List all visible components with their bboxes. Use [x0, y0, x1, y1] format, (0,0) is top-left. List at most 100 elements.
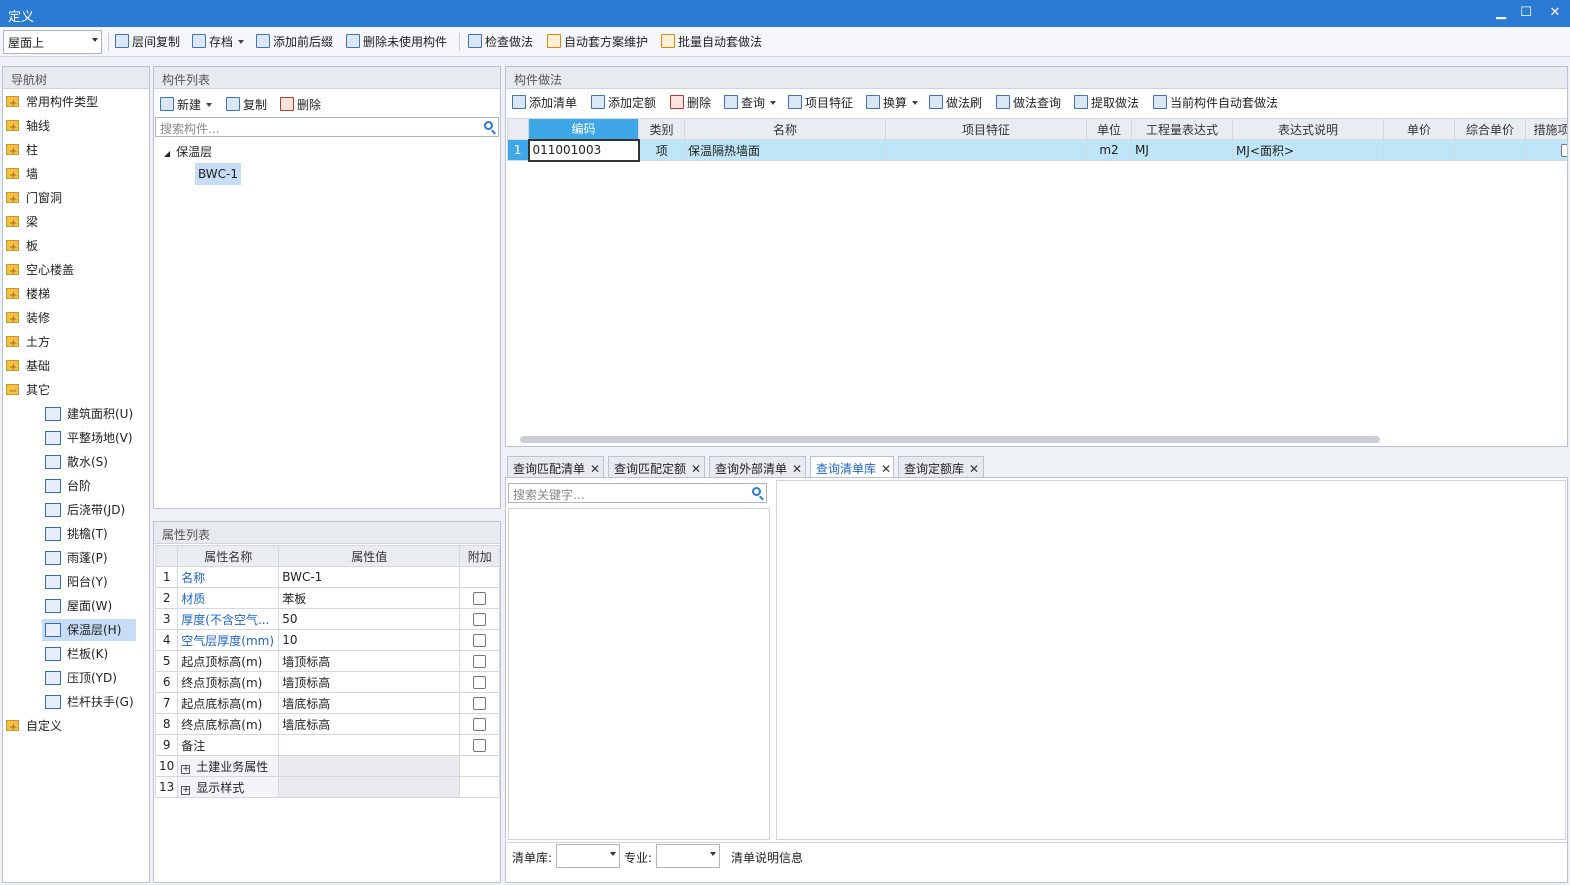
- nav-child-item[interactable]: 阳台(Y): [42, 571, 136, 593]
- delete-unused-button[interactable]: 删除未使用构件: [346, 32, 447, 52]
- close-icon[interactable]: ✕: [1545, 4, 1565, 22]
- close-tab-icon[interactable]: ✕: [881, 462, 891, 476]
- extract-method-button[interactable]: 提取做法: [1074, 93, 1139, 113]
- method-query-button[interactable]: 做法查询: [996, 93, 1061, 113]
- component-item-selected[interactable]: BWC-1: [195, 163, 241, 185]
- query-button[interactable]: 查询: [724, 93, 777, 113]
- convert-button[interactable]: 换算: [866, 93, 919, 113]
- property-row[interactable]: 4 空气层厚度(mm) 10: [154, 629, 501, 651]
- nav-child-item[interactable]: 平整场地(V): [42, 427, 136, 449]
- code-cell[interactable]: 011001003: [527, 138, 640, 162]
- copy-component-button[interactable]: 复制: [226, 96, 267, 113]
- property-value[interactable]: [278, 734, 461, 756]
- keyword-search-input[interactable]: 搜索关键字...: [508, 483, 767, 503]
- search-icon[interactable]: [484, 121, 493, 130]
- property-row[interactable]: 1 名称 BWC-1: [154, 566, 501, 588]
- measure-checkbox[interactable]: [1561, 144, 1567, 157]
- floor-select[interactable]: 屋面上: [3, 30, 102, 54]
- property-row[interactable]: 6 终点顶标高(m) 墙顶标高: [154, 671, 501, 693]
- nav-child-item[interactable]: 保温层(H): [42, 619, 136, 641]
- extra-checkbox[interactable]: [473, 613, 487, 626]
- nav-item[interactable]: 装修: [6, 307, 50, 331]
- property-value[interactable]: 50: [278, 608, 461, 630]
- major-select[interactable]: [656, 844, 720, 868]
- search-icon[interactable]: [752, 487, 761, 496]
- query-tab[interactable]: 查询匹配定额 ✕: [608, 456, 705, 478]
- property-value[interactable]: 墙顶标高: [278, 650, 461, 672]
- maximize-icon[interactable]: ☐: [1516, 4, 1536, 22]
- feature-button[interactable]: 项目特征: [788, 93, 853, 113]
- nav-child-item[interactable]: 栏杆扶手(G): [42, 691, 136, 713]
- nav-item[interactable]: 其它: [6, 379, 50, 403]
- property-row[interactable]: 7 起点底标高(m) 墙底标高: [154, 692, 501, 714]
- property-group-row[interactable]: 10 + 土建业务属性: [154, 755, 501, 777]
- extra-checkbox[interactable]: [473, 676, 487, 689]
- query-tab[interactable]: 查询定额库 ✕: [898, 456, 984, 478]
- close-tab-icon[interactable]: ✕: [590, 462, 600, 476]
- nav-child-item[interactable]: 栏板(K): [42, 643, 136, 665]
- component-search-input[interactable]: 搜索构件...: [155, 117, 499, 137]
- property-value[interactable]: 墙底标高: [278, 713, 461, 735]
- floor-copy-button[interactable]: 层间复制: [115, 32, 180, 52]
- nav-child-item[interactable]: 雨蓬(P): [42, 547, 136, 569]
- nav-item-custom[interactable]: 自定义: [6, 715, 62, 739]
- close-tab-icon[interactable]: ✕: [969, 462, 979, 476]
- tree-group[interactable]: ◢ 保温层: [164, 143, 212, 160]
- minimize-icon[interactable]: ▁: [1491, 4, 1511, 22]
- nav-item[interactable]: 墙: [6, 163, 38, 187]
- extra-checkbox[interactable]: [473, 655, 487, 668]
- nav-child-item[interactable]: 挑檐(T): [42, 523, 136, 545]
- nav-item[interactable]: 柱: [6, 139, 38, 163]
- batch-auto-button[interactable]: 批量自动套做法: [661, 32, 762, 52]
- property-value[interactable]: BWC-1: [278, 566, 461, 588]
- extra-checkbox[interactable]: [473, 634, 487, 647]
- property-group-row[interactable]: 13 + 显示样式: [154, 776, 501, 798]
- nav-child-item[interactable]: 台阶: [42, 475, 136, 497]
- delete-button[interactable]: 删除: [670, 93, 711, 113]
- horizontal-scrollbar[interactable]: [520, 436, 1380, 443]
- close-tab-icon[interactable]: ✕: [792, 462, 802, 476]
- property-row[interactable]: 9 备注: [154, 734, 501, 756]
- nav-item[interactable]: 基础: [6, 355, 50, 379]
- add-prefix-button[interactable]: 添加前后缀: [256, 32, 333, 52]
- delete-component-button[interactable]: 删除: [280, 96, 321, 113]
- nav-item[interactable]: 楼梯: [6, 283, 50, 307]
- nav-item[interactable]: 常用构件类型: [6, 91, 98, 115]
- auto-apply-button[interactable]: 当前构件自动套做法: [1153, 93, 1278, 113]
- property-row[interactable]: 5 起点顶标高(m) 墙顶标高: [154, 650, 501, 672]
- add-list-button[interactable]: 添加清单: [512, 93, 577, 113]
- property-value[interactable]: 墙底标高: [278, 692, 461, 714]
- new-component-button[interactable]: 新建: [160, 96, 213, 113]
- add-quota-button[interactable]: 添加定额: [591, 93, 656, 113]
- nav-item[interactable]: 门窗洞: [6, 187, 62, 211]
- query-tab[interactable]: 查询外部清单 ✕: [709, 456, 806, 478]
- archive-button[interactable]: 存档: [192, 32, 245, 52]
- nav-child-item[interactable]: 建筑面积(U): [42, 403, 136, 425]
- query-tab[interactable]: 查询匹配清单 ✕: [507, 456, 604, 478]
- query-tab[interactable]: 查询清单库 ✕: [810, 456, 894, 478]
- property-row[interactable]: 2 材质 苯板: [154, 587, 501, 609]
- method-row[interactable]: 1 011001003 项 保温隔热墙面 m2 MJ MJ<面积>: [507, 138, 1567, 162]
- nav-item[interactable]: 梁: [6, 211, 38, 235]
- method-brush-button[interactable]: 做法刷: [929, 93, 982, 113]
- extra-checkbox[interactable]: [473, 718, 487, 731]
- lib-select[interactable]: [556, 844, 620, 868]
- property-value[interactable]: 墙顶标高: [278, 671, 461, 693]
- property-value[interactable]: 10: [278, 629, 461, 651]
- check-method-button[interactable]: 检查做法: [468, 32, 533, 52]
- nav-child-item[interactable]: 屋面(W): [42, 595, 136, 617]
- nav-child-item[interactable]: 后浇带(JD): [42, 499, 136, 521]
- nav-item[interactable]: 轴线: [6, 115, 50, 139]
- auto-scheme-button[interactable]: 自动套方案维护: [547, 32, 648, 52]
- property-value[interactable]: 苯板: [278, 587, 461, 609]
- nav-item[interactable]: 空心楼盖: [6, 259, 74, 283]
- extra-checkbox[interactable]: [473, 697, 487, 710]
- nav-child-item[interactable]: 散水(S): [42, 451, 136, 473]
- nav-item[interactable]: 土方: [6, 331, 50, 355]
- extra-checkbox[interactable]: [473, 592, 487, 605]
- nav-item[interactable]: 板: [6, 235, 38, 259]
- property-row[interactable]: 3 厚度(不含空气... 50: [154, 608, 501, 630]
- extra-checkbox[interactable]: [473, 739, 487, 752]
- close-tab-icon[interactable]: ✕: [691, 462, 701, 476]
- property-row[interactable]: 8 终点底标高(m) 墙底标高: [154, 713, 501, 735]
